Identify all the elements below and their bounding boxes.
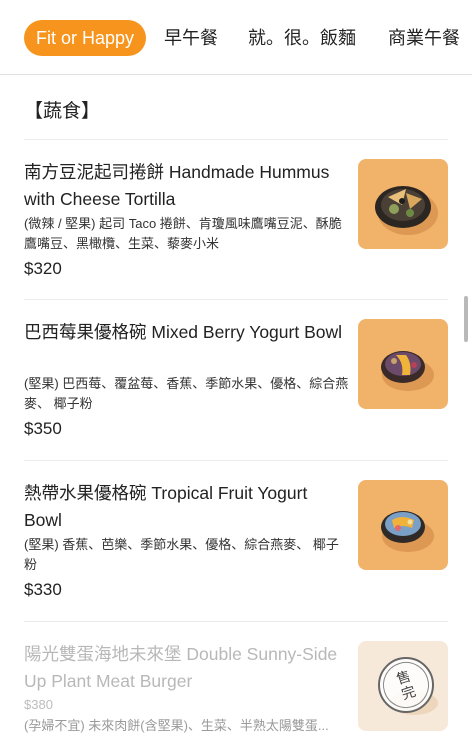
burger-icon[interactable]: 售 完 [358, 641, 448, 731]
menu-item[interactable]: 巴西莓果優格碗 Mixed Berry Yogurt Bowl (堅果) 巴西莓… [24, 319, 448, 439]
tab-business-lunch[interactable]: 商業午餐 [388, 20, 460, 56]
item-description: (堅果) 巴西莓、覆盆莓、香蕉、季節水果、優格、綜合燕麥、 椰子粉 [24, 376, 349, 411]
item-description: (堅果) 香蕉、芭樂、季節水果、優格、綜合燕麥、 椰子粉 [24, 537, 339, 572]
item-price: $380 [24, 697, 53, 712]
item-price: $350 [24, 419, 62, 438]
tortilla-bowl-icon[interactable] [358, 159, 448, 249]
sold-out-label: 完 [399, 682, 418, 703]
tab-brunch[interactable]: 早午餐 [164, 20, 218, 56]
sold-out-stamp: 售 完 [377, 656, 435, 714]
item-description: (孕婦不宜) 未來肉餅(含堅果)、生菜、半熟太陽雙蛋... [24, 718, 329, 733]
category-tabs: Fit or Happy 早午餐 就。很。飯麵 商業午餐 [0, 0, 472, 74]
divider [24, 621, 448, 622]
divider [24, 299, 448, 300]
tab-fit-or-happy[interactable]: Fit or Happy [24, 20, 147, 56]
tropical-bowl-icon[interactable] [358, 480, 448, 570]
item-name: 陽光雙蛋海地未來堡 Double Sunny-Side Up Plant Mea… [24, 644, 338, 691]
divider [24, 460, 448, 461]
item-name: 熱帶水果優格碗 Tropical Fruit Yogurt Bowl [24, 483, 308, 530]
item-price: $320 [24, 259, 62, 278]
tab-rice-noodles[interactable]: 就。很。飯麵 [248, 20, 356, 56]
item-description: (微辣 / 堅果) 起司 Taco 捲餅、肯瓊風味鷹嘴豆泥、酥脆鷹嘴豆、黑橄欖、… [24, 216, 342, 251]
section-title: 【蔬食】 [24, 101, 101, 122]
item-name: 巴西莓果優格碗 Mixed Berry Yogurt Bowl [24, 322, 343, 342]
berry-bowl-icon[interactable] [358, 319, 448, 409]
menu-item[interactable]: 熱帶水果優格碗 Tropical Fruit Yogurt Bowl (堅果) … [24, 480, 448, 600]
scrollbar[interactable] [464, 296, 468, 342]
item-price: $330 [24, 580, 62, 599]
menu-item[interactable]: 南方豆泥起司捲餅 Handmade Hummus with Cheese Tor… [24, 159, 448, 279]
item-name: 南方豆泥起司捲餅 Handmade Hummus with Cheese Tor… [24, 162, 330, 209]
menu-item[interactable]: 陽光雙蛋海地未來堡 Double Sunny-Side Up Plant Mea… [24, 641, 448, 750]
tabs-divider [0, 74, 472, 75]
divider [24, 139, 448, 140]
